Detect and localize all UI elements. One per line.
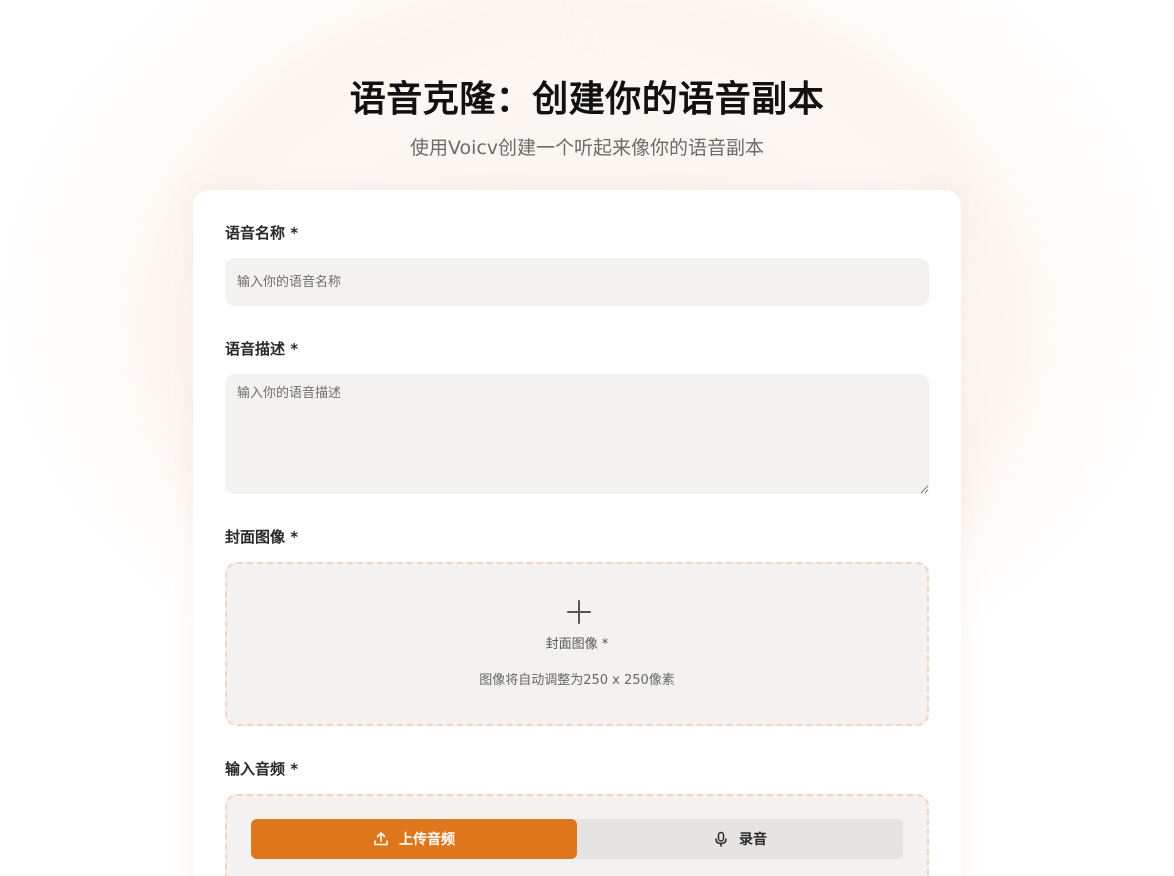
cover-image-label: 封面图像 * <box>225 528 299 546</box>
voice-clone-form: 语音名称 * 语音描述 * 封面图像 * 封面图像 * 图像将自动调整为250 … <box>193 190 961 876</box>
voice-name-label: 语音名称 * <box>225 224 299 242</box>
voice-description-textarea[interactable] <box>225 374 929 494</box>
tab-upload-audio-label: 上传音频 <box>399 832 455 848</box>
cover-image-dropzone[interactable]: 封面图像 * 图像将自动调整为250 x 250像素 <box>225 562 929 726</box>
input-audio-zone: 上传音频 录音 <box>225 794 929 876</box>
page-subtitle: 使用Voicv创建一个听起来像你的语音副本 <box>409 137 765 159</box>
page-title: 语音克隆：创建你的语音副本 <box>349 79 825 120</box>
plus-icon <box>567 600 591 624</box>
tab-record-audio-label: 录音 <box>739 832 767 848</box>
upload-icon <box>374 832 388 846</box>
cover-dropzone-title: 封面图像 * <box>545 637 609 652</box>
microphone-icon <box>715 831 727 847</box>
cover-dropzone-hint: 图像将自动调整为250 x 250像素 <box>479 673 675 688</box>
input-audio-label: 输入音频 * <box>225 760 299 778</box>
page-header: 语音克隆：创建你的语音副本 使用Voicv创建一个听起来像你的语音副本 <box>0 76 1174 162</box>
tab-record-audio[interactable]: 录音 <box>577 819 903 859</box>
tab-upload-audio[interactable]: 上传音频 <box>251 819 577 859</box>
voice-description-label: 语音描述 * <box>225 340 299 358</box>
audio-source-tabs: 上传音频 录音 <box>251 819 903 859</box>
voice-name-input[interactable] <box>225 258 929 306</box>
